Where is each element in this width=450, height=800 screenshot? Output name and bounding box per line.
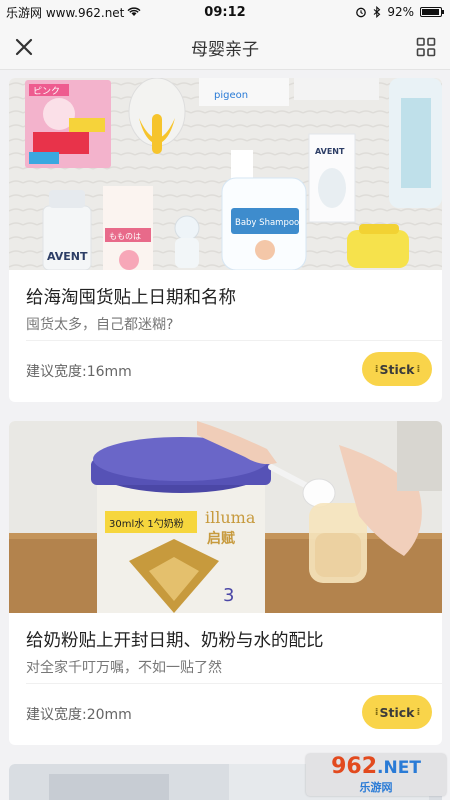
card-divider: [26, 683, 442, 684]
list-item[interactable]: ピンク pigeon もものは AVENT Baby Shampoo AVENT…: [9, 78, 442, 402]
stage-label: 3: [223, 585, 234, 606]
card-photo-baby-goods[interactable]: ピンク pigeon もものは AVENT Baby Shampoo AVENT: [9, 78, 442, 270]
bottle2-label: AVENT: [315, 147, 345, 156]
box3-label: もものは: [109, 232, 141, 241]
grid-menu-button[interactable]: [416, 37, 436, 57]
feed-list[interactable]: ピンク pigeon もものは AVENT Baby Shampoo AVENT…: [0, 70, 450, 800]
watermark-suffix: .NET: [377, 757, 421, 778]
stick-left-icon: ⁞: [374, 706, 379, 718]
card-title: 给奶粉贴上开封日期、奶粉与水的配比: [26, 631, 324, 651]
suggested-width: 建议宽度:20mm: [26, 707, 132, 723]
battery-fill: [422, 9, 439, 15]
watermark-number: 962: [331, 753, 378, 779]
box1-label: ピンク: [33, 86, 60, 97]
stick-button-label: Stick: [379, 361, 415, 377]
sticker-label: 30ml水 1勺奶粉: [109, 517, 184, 530]
card-photo-milk-powder[interactable]: 30ml水 1勺奶粉 illuma 启赋 3: [9, 421, 442, 613]
watermark-logo: 962.NET 乐游网: [306, 754, 446, 796]
status-bar: 乐游网 www.962.net 09:12 92%: [0, 0, 450, 24]
watermark-top: 962.NET: [331, 753, 421, 779]
stick-button-label: Stick: [379, 704, 415, 720]
wash-label: Baby Shampoo: [235, 218, 299, 228]
close-icon: [15, 38, 33, 56]
grid-icon: [416, 37, 436, 57]
alarm-icon: [356, 7, 367, 18]
stick-right-icon: ⁞: [416, 363, 421, 375]
page-title: 母婴亲子: [191, 39, 259, 60]
stick-button[interactable]: ⁞ Stick ⁞: [362, 695, 432, 729]
status-left: 乐游网 www.962.net: [6, 0, 141, 24]
list-item[interactable]: 30ml水 1勺奶粉 illuma 启赋 3 给奶粉贴上开封日期、奶粉与水的配比: [9, 421, 442, 745]
battery-icon: [420, 7, 444, 17]
card-title: 给海淘囤货贴上日期和名称: [26, 288, 236, 308]
stick-right-icon: ⁞: [416, 706, 421, 718]
brand-cn-label: 启赋: [207, 530, 235, 547]
status-right: 92%: [355, 0, 444, 24]
card-subtitle: 囤货太多，自己都迷糊?: [26, 317, 174, 333]
battery-percent: 92%: [387, 5, 414, 19]
card-subtitle: 对全家千叮万嘱，不如一贴了然: [26, 660, 222, 676]
card-divider: [26, 340, 442, 341]
stick-button[interactable]: ⁞ Stick ⁞: [362, 352, 432, 386]
suggested-width: 建议宽度:16mm: [26, 364, 132, 380]
box2-label: pigeon: [214, 90, 248, 101]
wifi-icon: [127, 7, 141, 16]
bottle1-label: AVENT: [47, 250, 88, 263]
nav-bar: 母婴亲子: [0, 24, 450, 70]
bluetooth-icon: [373, 6, 381, 18]
watermark-text: 乐游网: [359, 780, 393, 794]
carrier-text: 乐游网 www.962.net: [6, 5, 125, 20]
brand-label: illuma: [205, 508, 256, 527]
close-button[interactable]: [12, 35, 36, 59]
stick-left-icon: ⁞: [374, 363, 379, 375]
